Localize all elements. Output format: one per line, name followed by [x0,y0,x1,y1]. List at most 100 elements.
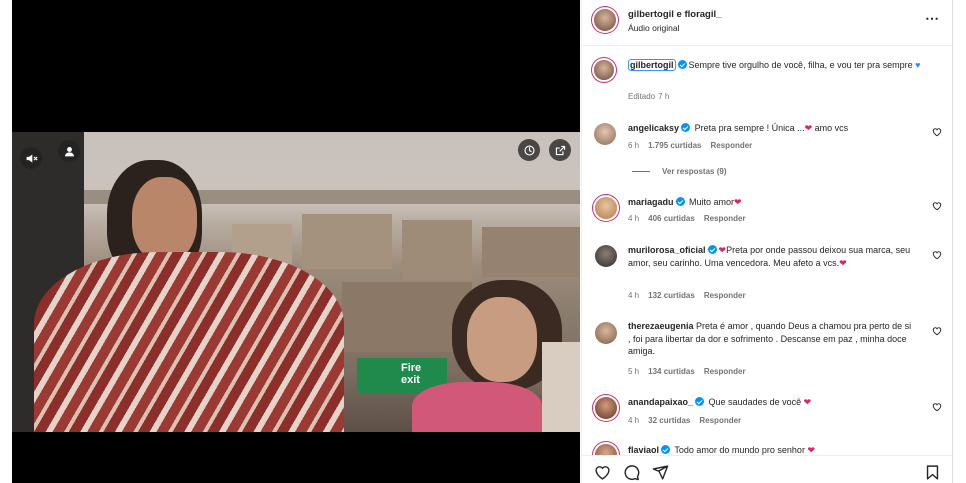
like-comment-heart-icon[interactable] [932,402,942,412]
comment: murilorosa_oficial ❤Preta por onde passou… [628,244,913,269]
sign-text: exit [401,374,420,386]
reply-button[interactable]: Responder [704,291,746,300]
blue-heart-icon: ♥ [915,60,921,70]
sign-text: Fire [401,362,422,374]
caption-author-avatar[interactable] [594,60,614,80]
reply-button[interactable]: Responder [704,367,746,376]
red-heart-icon: ❤ [807,445,816,455]
open-external-button[interactable] [549,139,571,161]
red-heart-icon: ❤ [839,257,847,268]
verified-icon [677,60,687,69]
replay-icon [523,144,535,156]
post-header: gilbertogil e floragil_ Áudio original ⋯ [582,0,953,46]
comment: angelicaksy Preta pra sempre ! Única ...… [628,122,918,135]
remix-button[interactable] [518,139,540,161]
caption: gilbertogil Sempre tive orgulho de você, … [628,59,928,72]
comment-username[interactable]: anandapaixao_ [628,397,693,407]
verified-icon [681,123,691,132]
speaker-muted-icon [26,153,38,163]
video-building [402,220,472,280]
video-child-clothes [412,382,542,432]
commenter-avatar[interactable] [595,322,617,344]
caption-time: 7 h [658,92,670,101]
comment-username[interactable]: flaviaol [628,445,659,455]
comment-likes[interactable]: 1.795 curtidas [648,141,701,150]
comment: mariagadu Muito amor❤ [628,196,918,209]
comment-likes[interactable]: 134 curtidas [648,367,695,376]
comment-likes[interactable]: 32 curtidas [648,416,690,425]
comment-meta: 4 h 132 curtidas Responder [628,291,746,300]
comment-likes[interactable]: 406 curtidas [648,214,695,223]
comment-text: Preta pra sempre ! Única ... [694,123,805,133]
comment-meta: 4 h 32 curtidas Responder [628,416,741,425]
reply-button[interactable]: Responder [699,416,741,425]
comment-time: 4 h [628,214,640,223]
commenter-avatar[interactable] [594,123,616,145]
red-heart-icon: ❤ [804,123,813,133]
comment-meta: 6 h 1.795 curtidas Responder [628,141,752,150]
video-person-clothes [34,252,344,432]
commenter-avatar[interactable] [595,397,617,419]
verified-icon [695,397,705,406]
video-person-face [132,177,197,262]
user-icon [64,146,74,156]
external-link-icon [555,145,565,155]
like-comment-heart-icon[interactable] [932,326,942,336]
instagram-post-view: Fire exit gilbertogil e floragil_ Áudio … [0,0,966,483]
verified-icon [661,445,671,454]
reply-button[interactable]: Responder [704,214,746,223]
comment-meta: 4 h 406 curtidas Responder [628,214,746,223]
comment-time: 5 h [628,367,640,376]
comment-bubble-icon[interactable] [623,464,640,481]
share-paper-plane-icon[interactable] [652,464,669,481]
like-comment-heart-icon[interactable] [932,201,942,211]
tagged-people-button[interactable] [58,140,80,162]
comment-time: 4 h [628,291,640,300]
video-building [302,214,392,269]
comment-text: Que saudades de você [708,397,802,407]
caption-username[interactable]: gilbertogil [628,59,676,71]
comment-time: 6 h [628,141,640,150]
red-heart-icon: ❤ [803,397,812,407]
comment-username[interactable]: angelicaksy [628,123,679,133]
comment-text: Todo amor do mundo pro senhor [674,445,805,455]
post-action-bar [582,455,953,483]
comment-username[interactable]: therezaeugenia [628,321,694,331]
like-comment-heart-icon[interactable] [932,127,942,137]
verified-icon [675,197,685,206]
audio-label[interactable]: Áudio original [628,23,680,33]
window-edge [952,0,966,483]
like-heart-icon[interactable] [594,464,611,481]
comment: therezaeugenia Preta é amor , quando Deu… [628,320,913,358]
red-heart-icon: ❤ [718,245,727,255]
video-building [482,227,580,277]
caption-text: Sempre tive orgulho de você, filha, e vo… [688,60,913,70]
replies-divider [632,171,650,172]
comment-time: 4 h [628,416,640,425]
verified-icon [707,245,717,254]
comment-username[interactable]: murilorosa_oficial [628,245,706,255]
commenter-avatar[interactable] [595,245,617,267]
post-authors[interactable]: gilbertogil e floragil_ [628,9,721,20]
comment: anandapaixao_ Que saudades de você ❤ [628,396,918,409]
comment-text: Muito amor [689,197,735,207]
red-heart-icon: ❤ [734,197,742,207]
video-player[interactable]: Fire exit [12,132,580,432]
more-options-button[interactable]: ⋯ [925,10,939,27]
comment-username[interactable]: mariagadu [628,197,674,207]
media-panel: Fire exit [12,0,580,483]
reply-button[interactable]: Responder [711,141,753,150]
view-replies-button[interactable]: Ver respostas (9) [662,167,726,176]
video-child-face [467,297,537,382]
caption-meta: Editado 7 h [628,92,678,101]
commenter-avatar[interactable] [595,197,617,219]
comment-text-after: amo vcs [814,123,849,133]
author-avatar[interactable] [594,9,616,31]
comment-meta: 5 h 134 curtidas Responder [628,367,746,376]
post-details-panel: gilbertogil e floragil_ Áudio original ⋯… [581,0,953,483]
comment-likes[interactable]: 132 curtidas [648,291,695,300]
mute-button[interactable] [20,147,42,169]
edited-label: Editado [628,92,656,101]
like-comment-heart-icon[interactable] [932,250,942,260]
save-bookmark-icon[interactable] [924,464,941,481]
